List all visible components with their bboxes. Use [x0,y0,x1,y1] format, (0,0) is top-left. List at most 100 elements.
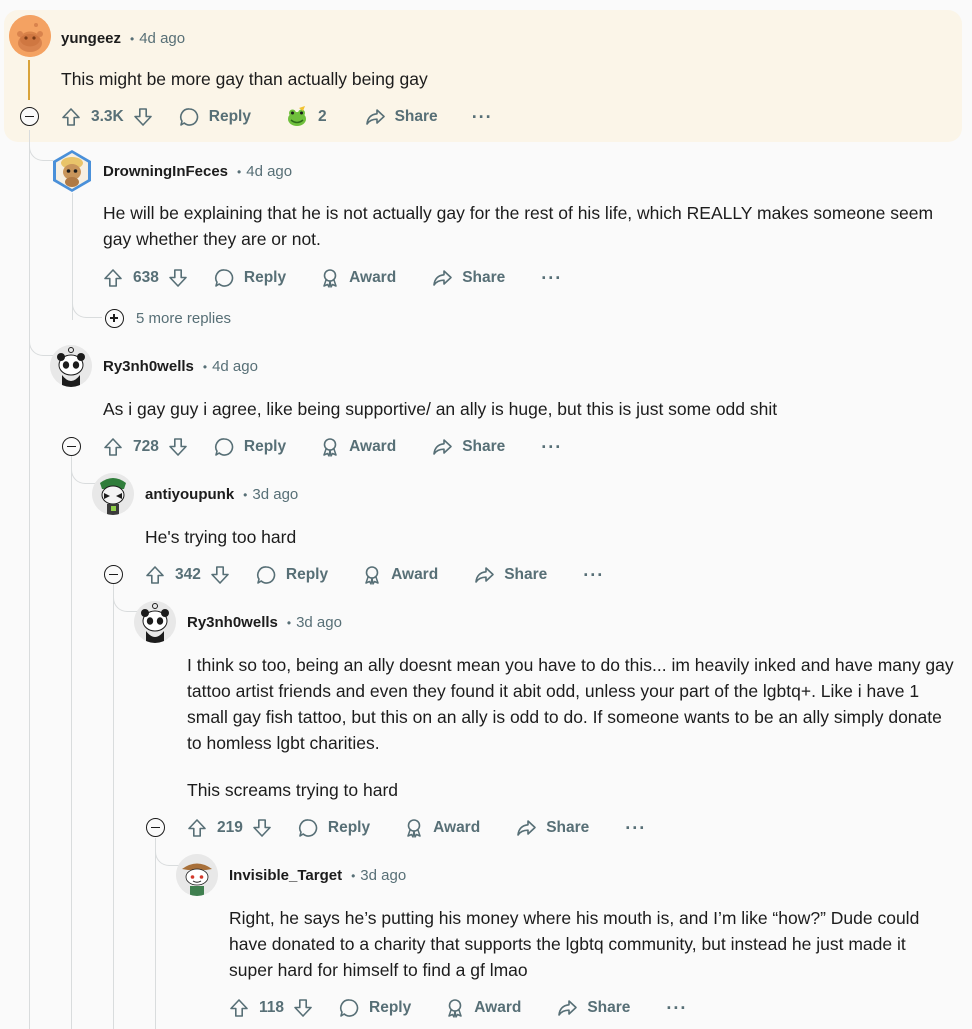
username[interactable]: antiyoupunk [145,486,234,503]
vote-count: 728 [133,438,159,455]
award-button[interactable]: Award [404,818,480,838]
award-button[interactable]: Award [320,437,396,457]
reply-bubble-icon [256,566,276,584]
share-button[interactable]: Share [557,998,630,1018]
collapse-thread-button[interactable] [62,437,81,456]
downvote-icon [253,819,271,837]
more-options-button[interactable]: ··· [472,107,493,128]
username[interactable]: yungeez [61,30,121,47]
avatar[interactable] [176,854,218,896]
upvote-button[interactable] [229,998,249,1018]
upvote-button[interactable] [187,818,207,838]
separator-dot: • [351,868,356,883]
reply-button[interactable]: Reply [339,998,411,1018]
separator-dot: • [237,164,242,179]
comment-header: Ry3nh0wells • 4d ago [103,358,258,375]
share-button[interactable]: Share [516,818,589,838]
timestamp[interactable]: 3d ago [252,486,298,503]
comment-body: As i gay guy i agree, like being support… [103,399,778,419]
more-options-button[interactable]: ··· [541,437,562,458]
share-button[interactable]: Share [432,437,505,457]
reply-button[interactable]: Reply [214,437,286,457]
username[interactable]: DrowningInFeces [103,163,228,180]
separator-dot: • [243,487,248,502]
panda-snoo-avatar [134,601,176,643]
separator-dot: • [286,615,292,630]
separator-dot: • [202,359,208,374]
username[interactable]: Ry3nh0wells [187,614,278,631]
avatar[interactable] [9,15,51,57]
share-button[interactable]: Share [432,268,505,288]
upvote-button[interactable] [103,268,123,288]
username[interactable]: Ry3nh0wells [103,358,194,375]
thread-line-level-0[interactable] [29,130,30,1029]
more-icon: ··· [583,564,605,585]
more-options-button[interactable]: ··· [625,818,646,839]
reply-button[interactable]: Reply [256,565,328,585]
downvote-button[interactable] [168,268,188,288]
award-ribbon-icon [365,566,379,585]
share-button[interactable]: Share [365,107,438,127]
thread-line-level-1b[interactable] [71,456,72,1029]
award-frog-icon [287,106,306,126]
downvote-button[interactable] [293,998,313,1018]
upvote-icon [104,438,122,456]
timestamp[interactable]: 3d ago [296,614,342,631]
downvote-button[interactable] [133,107,153,127]
avatar[interactable] [134,601,176,643]
username[interactable]: Invisible_Target [229,867,342,884]
more-replies-link[interactable]: 5 more replies [105,309,231,328]
thread-connector [29,320,53,356]
thread-line-level-3[interactable] [155,838,156,1029]
downvote-button[interactable] [210,565,230,585]
comment-body: This might be more gay than actually bei… [61,69,428,89]
downvote-icon [211,566,229,584]
more-icon: ··· [541,267,563,288]
upvote-button[interactable] [61,107,81,127]
award-button[interactable]: Award [362,565,438,585]
avatar[interactable] [92,473,134,515]
comment-body: He's trying too hard [145,527,297,547]
timestamp[interactable]: 3d ago [360,867,406,884]
thread-connector [155,842,179,866]
reply-button[interactable]: Reply [214,268,286,288]
upvote-icon [104,269,122,287]
more-options-button[interactable]: ··· [666,998,687,1019]
thread-connector [71,460,95,484]
share-button[interactable]: Share [474,565,547,585]
collapse-thread-button[interactable] [146,818,165,837]
comment-body: I think so too, being an ally doesnt mea… [187,655,954,753]
downvote-icon [169,438,187,456]
avatar[interactable] [51,149,93,192]
more-options-button[interactable]: ··· [541,268,562,289]
upvote-button[interactable] [103,437,123,457]
share-arrow-icon [475,567,494,583]
vote-count: 219 [217,819,243,836]
collapse-thread-button[interactable] [20,107,39,126]
thread-line-highlight[interactable] [28,60,30,100]
thread-line-level-2[interactable] [113,584,114,1029]
downvote-icon [133,108,152,126]
upvote-button[interactable] [145,565,165,585]
collapse-thread-button[interactable] [104,565,123,584]
award-button[interactable]: 2 [285,105,327,129]
avatar[interactable] [50,345,92,387]
award-button[interactable]: Award [445,998,521,1018]
custom-snoo-avatar [53,150,91,192]
vote-count: 342 [175,566,201,583]
timestamp[interactable]: 4d ago [246,163,292,180]
downvote-button[interactable] [252,818,272,838]
reply-button[interactable]: Reply [298,818,370,838]
upvote-icon [62,108,80,126]
award-ribbon-icon [448,999,462,1018]
timestamp[interactable]: 4d ago [139,30,185,47]
downvote-button[interactable] [168,437,188,457]
comment-actions: 638 Reply Award Share ··· [103,260,562,296]
downvote-icon [169,269,187,287]
award-button[interactable]: Award [320,268,396,288]
timestamp[interactable]: 4d ago [212,358,258,375]
share-arrow-icon [517,820,536,836]
reply-button[interactable]: Reply [179,107,251,127]
comment-header: yungeez • 4d ago [61,30,185,47]
more-options-button[interactable]: ··· [583,565,604,586]
